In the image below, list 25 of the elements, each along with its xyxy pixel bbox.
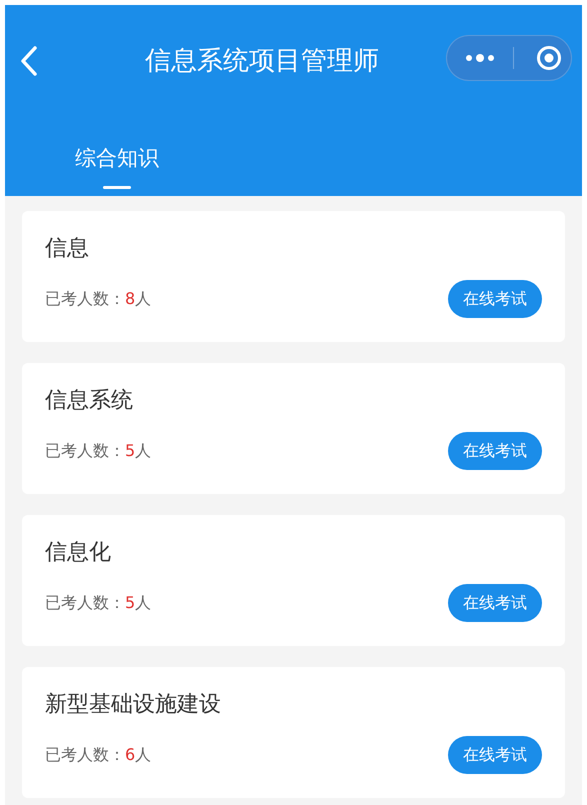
more-icon[interactable] [465,53,495,63]
count-value: 5 [125,592,136,614]
count-unit: 人 [135,744,152,766]
count-label: 已考人数： [45,744,125,766]
card-title: 新型基础设施建设 [45,691,221,719]
count-label: 已考人数： [45,288,125,310]
count-value: 5 [125,440,136,462]
count-unit: 人 [135,592,152,614]
card-title: 信息 [45,235,89,263]
count-unit: 人 [135,288,152,310]
card-title: 信息系统 [45,387,133,415]
count-label: 已考人数： [45,592,125,614]
exam-button[interactable]: 在线考试 [448,584,542,622]
page-title: 信息系统项目管理师 [145,45,379,78]
count-unit: 人 [135,440,152,462]
exam-button[interactable]: 在线考试 [448,432,542,470]
count-value: 6 [125,744,136,766]
back-icon[interactable] [20,45,38,77]
tab[interactable]: 综合知识 [75,111,159,196]
exam-button[interactable]: 在线考试 [448,280,542,318]
count-value: 8 [125,288,136,310]
card-title: 信息化 [45,539,111,567]
count-label: 已考人数： [45,440,125,462]
exam-button[interactable]: 在线考试 [448,736,542,774]
target-icon[interactable] [536,45,562,71]
